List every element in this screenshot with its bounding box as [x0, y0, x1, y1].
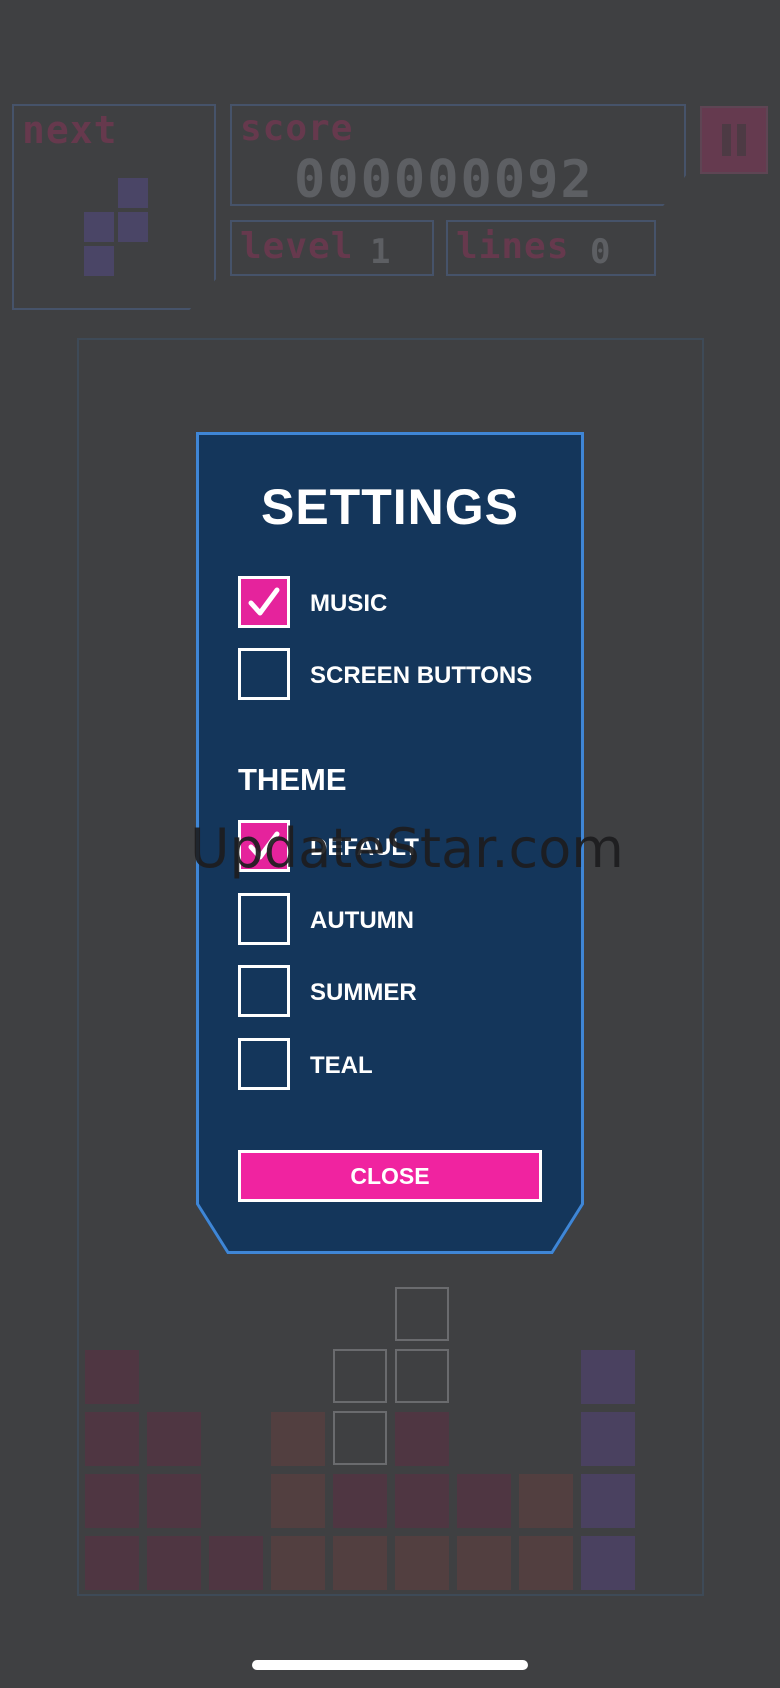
score-value: 000000092: [294, 150, 594, 210]
next-panel: next: [12, 104, 216, 310]
lines-label: lines: [456, 226, 570, 267]
home-indicator[interactable]: [252, 1660, 528, 1670]
next-label: next: [22, 108, 118, 152]
settings-dialog-border: [196, 432, 584, 1254]
level-label: level: [240, 226, 354, 267]
score-label: score: [240, 108, 354, 149]
score-panel: score 000000092: [230, 104, 686, 206]
lines-value: 0: [590, 232, 611, 272]
pause-button[interactable]: [700, 106, 768, 174]
lines-panel: lines 0: [446, 220, 656, 276]
level-panel: level 1: [230, 220, 434, 276]
level-value: 1: [370, 232, 391, 272]
